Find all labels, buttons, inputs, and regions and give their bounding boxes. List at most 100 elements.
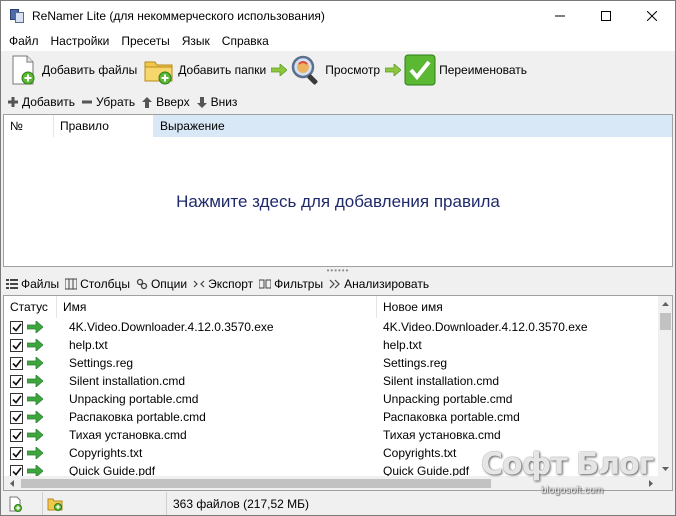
watermark: Софт Блог blogosoft.com bbox=[481, 447, 671, 503]
check-icon bbox=[11, 449, 22, 458]
remove-rule-label: Убрать bbox=[96, 95, 136, 109]
file-status bbox=[4, 392, 57, 406]
check-icon bbox=[11, 323, 22, 332]
file-row[interactable]: help.txt help.txt bbox=[4, 336, 658, 354]
status-add-folder[interactable] bbox=[43, 492, 167, 515]
file-row[interactable]: Silent installation.cmd Silent installati… bbox=[4, 372, 658, 390]
file-status bbox=[4, 410, 57, 424]
minimize-button[interactable] bbox=[537, 1, 583, 31]
rules-header: № Правило Выражение bbox=[4, 115, 672, 137]
rules-col-rule[interactable]: Правило bbox=[54, 115, 154, 137]
rename-button[interactable]: Переименовать bbox=[402, 52, 531, 88]
file-new-name: Silent installation.cmd bbox=[383, 374, 500, 388]
add-folder-small-icon bbox=[47, 496, 63, 512]
status-arrow-icon bbox=[27, 447, 43, 459]
remove-rule-button[interactable]: Убрать bbox=[79, 91, 139, 113]
maximize-icon bbox=[601, 11, 611, 21]
file-checkbox[interactable] bbox=[10, 338, 23, 352]
check-icon bbox=[11, 359, 22, 368]
file-new-name: Тихая установка.cmd bbox=[383, 428, 501, 442]
menu-language[interactable]: Язык bbox=[176, 31, 216, 51]
file-checkbox[interactable] bbox=[10, 356, 23, 370]
add-rule-label: Добавить bbox=[22, 95, 76, 109]
columns-menu-button[interactable]: Столбцы bbox=[63, 273, 134, 295]
check-icon bbox=[11, 341, 22, 350]
add-folder-icon bbox=[143, 54, 175, 86]
close-icon bbox=[647, 11, 657, 21]
flow-arrow-icon bbox=[384, 60, 402, 80]
magnifier-icon bbox=[290, 54, 322, 86]
add-files-icon bbox=[7, 54, 39, 86]
status-add-file[interactable] bbox=[1, 492, 43, 515]
file-row[interactable]: Settings.reg Settings.reg bbox=[4, 354, 658, 372]
plus-icon bbox=[7, 96, 19, 108]
vertical-scroll-thumb[interactable] bbox=[660, 313, 671, 330]
checkmark-icon bbox=[404, 54, 436, 86]
move-up-button[interactable]: Вверх bbox=[139, 91, 193, 113]
file-checkbox[interactable] bbox=[10, 446, 23, 460]
file-checkbox[interactable] bbox=[10, 320, 23, 334]
add-rule-hint[interactable]: Нажмите здесь для добавления правила bbox=[4, 137, 672, 266]
rules-col-expression[interactable]: Выражение bbox=[154, 115, 672, 137]
horizontal-scroll-thumb[interactable] bbox=[21, 479, 491, 488]
file-row[interactable]: 4K.Video.Downloader.4.12.0.3570.exe 4K.Vi… bbox=[4, 318, 658, 336]
rules-panel[interactable]: № Правило Выражение Нажмите здесь для до… bbox=[3, 114, 673, 267]
rules-col-number[interactable]: № bbox=[4, 115, 54, 137]
files-col-new-name[interactable]: Новое имя bbox=[377, 296, 658, 318]
app-icon bbox=[9, 8, 25, 24]
files-col-status[interactable]: Статус bbox=[4, 296, 57, 318]
file-status bbox=[4, 356, 57, 370]
status-arrow-icon bbox=[27, 393, 43, 405]
options-menu-button[interactable]: Опции bbox=[134, 273, 191, 295]
file-checkbox[interactable] bbox=[10, 410, 23, 424]
preview-button[interactable]: Просмотр bbox=[288, 52, 384, 88]
renamer-window: ReNamer Lite (для некоммерческого исполь… bbox=[0, 0, 676, 516]
file-name: Copyrights.txt bbox=[69, 446, 143, 460]
rename-label: Переименовать bbox=[439, 63, 528, 77]
files-icon bbox=[6, 278, 18, 290]
file-name: Unpacking portable.cmd bbox=[69, 392, 199, 406]
options-icon bbox=[136, 278, 148, 290]
minus-icon bbox=[81, 96, 93, 108]
file-checkbox[interactable] bbox=[10, 392, 23, 406]
add-rule-button[interactable]: Добавить bbox=[5, 91, 79, 113]
maximize-button[interactable] bbox=[583, 1, 629, 31]
file-checkbox[interactable] bbox=[10, 464, 23, 476]
file-status bbox=[4, 374, 57, 388]
close-button[interactable] bbox=[629, 1, 675, 31]
add-files-button[interactable]: Добавить файлы bbox=[5, 52, 141, 88]
filters-menu-button[interactable]: Фильтры bbox=[257, 273, 327, 295]
move-down-button[interactable]: Вниз bbox=[194, 91, 242, 113]
add-folders-button[interactable]: Добавить папки bbox=[141, 52, 270, 88]
columns-menu-label: Столбцы bbox=[80, 277, 130, 291]
check-icon bbox=[11, 395, 22, 404]
scroll-left-icon[interactable] bbox=[4, 476, 19, 490]
main-toolbar: Добавить файлы Добавить папки Просмотр П… bbox=[1, 51, 675, 89]
file-row[interactable]: Распаковка portable.cmd Распаковка portab… bbox=[4, 408, 658, 426]
files-menu-button[interactable]: Файлы bbox=[4, 273, 63, 295]
files-col-name[interactable]: Имя bbox=[57, 296, 377, 318]
analyze-icon bbox=[329, 278, 341, 290]
file-name: help.txt bbox=[69, 338, 108, 352]
export-menu-button[interactable]: Экспорт bbox=[191, 273, 257, 295]
menu-help[interactable]: Справка bbox=[216, 31, 275, 51]
file-new-name: Settings.reg bbox=[383, 356, 448, 370]
analyze-menu-button[interactable]: Анализировать bbox=[327, 273, 433, 295]
flow-arrow-icon bbox=[270, 60, 288, 80]
check-icon bbox=[11, 377, 22, 386]
file-row[interactable]: Unpacking portable.cmd Unpacking portable… bbox=[4, 390, 658, 408]
columns-icon bbox=[65, 278, 78, 290]
file-checkbox[interactable] bbox=[10, 374, 23, 388]
options-menu-label: Опции bbox=[150, 277, 188, 291]
menu-settings[interactable]: Настройки bbox=[45, 31, 116, 51]
minimize-icon bbox=[555, 15, 565, 17]
menu-file[interactable]: Файл bbox=[3, 31, 45, 51]
scroll-up-icon[interactable] bbox=[658, 296, 672, 311]
file-checkbox[interactable] bbox=[10, 428, 23, 442]
file-row[interactable]: Тихая установка.cmd Тихая установка.cmd bbox=[4, 426, 658, 444]
move-down-label: Вниз bbox=[210, 95, 238, 109]
export-icon bbox=[193, 278, 205, 290]
menu-presets[interactable]: Пресеты bbox=[115, 31, 175, 51]
arrow-down-icon bbox=[196, 96, 208, 108]
file-new-name: Распаковка portable.cmd bbox=[383, 410, 520, 424]
